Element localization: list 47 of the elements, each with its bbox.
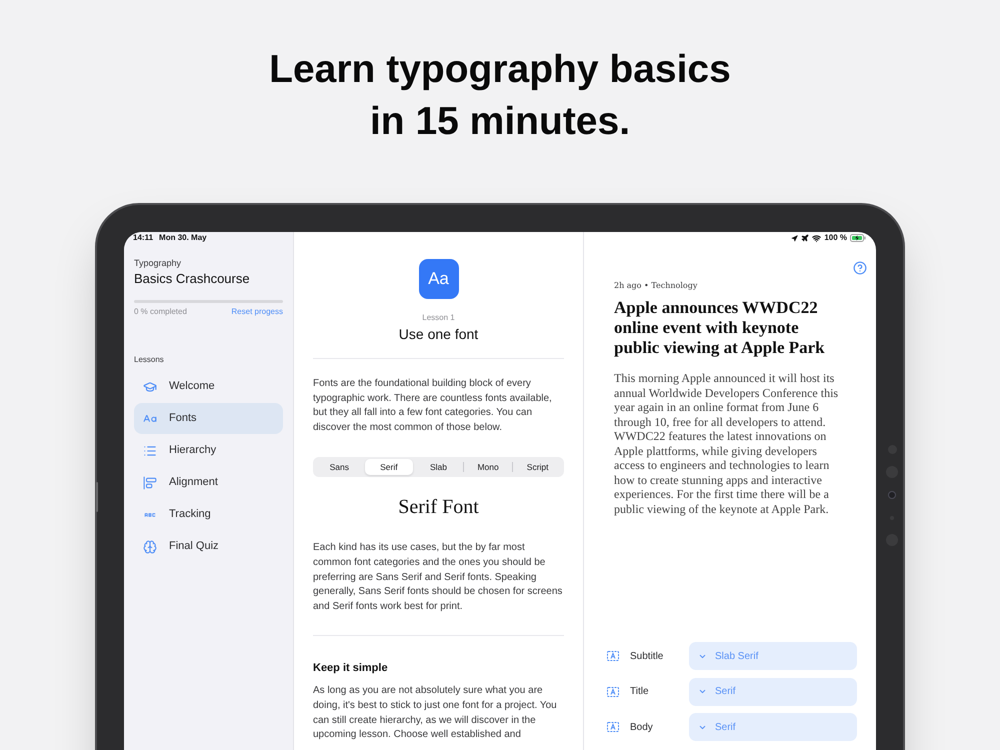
camera-lens-icon	[888, 491, 896, 499]
wifi-icon	[812, 234, 822, 242]
battery-percentage: 100 %	[824, 232, 847, 244]
text-box-icon	[607, 722, 619, 732]
lesson-nav-item[interactable]: Final Quiz	[134, 531, 283, 562]
course-category: Typography	[134, 257, 182, 269]
category-segment[interactable]: Script	[513, 459, 562, 476]
category-segment[interactable]: Slab	[414, 459, 463, 476]
course-title: Basics Crashcourse	[134, 271, 251, 287]
article-body: This morning Apple announced it will host its annual Worldwide Developers Conference this year again in an online format from June 6 through 10, free for all developers to attend. WWDC22 features the latest innovations on Apple plattforms, while giving developers access to engineers and technologies to learn how to create stunning apps and interactive experiences. For the first time there will be a public viewing of the keynote at Apple Park.	[614, 371, 840, 516]
category-segment[interactable]: Serif	[364, 459, 414, 476]
section-body: As long as you are not absolutely sure what you are doing, it's best to stick to just one font for a project. You can still create hierarchy, as we will discover in the upcoming lesson. Choose well established and	[313, 684, 558, 742]
category-segment[interactable]: Sans	[315, 459, 364, 476]
brain-icon	[143, 540, 157, 554]
article-meta: 2h ago • Technology	[614, 280, 698, 291]
lesson-body: Each kind has its use cases, but the by far most common font categories and the ones you should be preferring are Sans Serif and Serif fonts. Speaking generally, Sans Serif fonts should be chosen for screens and Serif fonts work best for print.	[313, 541, 564, 614]
style-label: Title	[630, 685, 650, 699]
text-box-icon	[607, 651, 619, 661]
lesson-nav-item[interactable]: Alignment	[134, 467, 283, 498]
frame-side-mark	[96, 482, 98, 512]
lesson-title: Use one font	[398, 326, 478, 343]
text-box-icon	[607, 686, 619, 696]
battery-charging-icon	[850, 234, 866, 242]
article-title: Apple announces WWDC22 online event with keynote public viewing at Apple Park	[614, 298, 826, 358]
section-heading: Keep it simple	[313, 661, 389, 676]
help-icon[interactable]	[853, 261, 867, 275]
page-headline: Learn typography basics in 15 minutes.	[268, 47, 732, 145]
lesson-number: Lesson 1	[422, 313, 455, 323]
status-date: Mon 30. May	[159, 232, 207, 244]
status-time: 14:11	[133, 232, 154, 244]
airplane-icon	[801, 234, 810, 242]
align-left-icon	[143, 476, 157, 490]
graduation-cap-icon	[143, 380, 157, 394]
lesson-nav-item[interactable]: Welcome	[134, 371, 283, 402]
lesson-icon-tile: Aa	[418, 259, 458, 299]
lesson-nav-item[interactable]: Hierarchy	[134, 435, 283, 466]
lesson-nav-item[interactable]: Fonts	[134, 403, 283, 434]
category-segment[interactable]: Mono	[464, 459, 512, 476]
style-label: Body	[630, 720, 654, 734]
lesson-nav-item[interactable]: Tracking	[134, 499, 283, 530]
location-arrow-icon	[791, 234, 798, 242]
chevron-down-icon	[698, 687, 707, 696]
font-sample-title: Serif Font	[398, 495, 479, 520]
lesson-intro: Fonts are the foundational building block of every typographic work. There are countless fonts available, but they all fall into a few font categories. You can discover the most common of those below.	[313, 377, 553, 435]
section-label: Lessons	[134, 355, 165, 365]
style-label: Subtitle	[630, 650, 664, 664]
progress-label: 0 % completed	[134, 307, 187, 317]
